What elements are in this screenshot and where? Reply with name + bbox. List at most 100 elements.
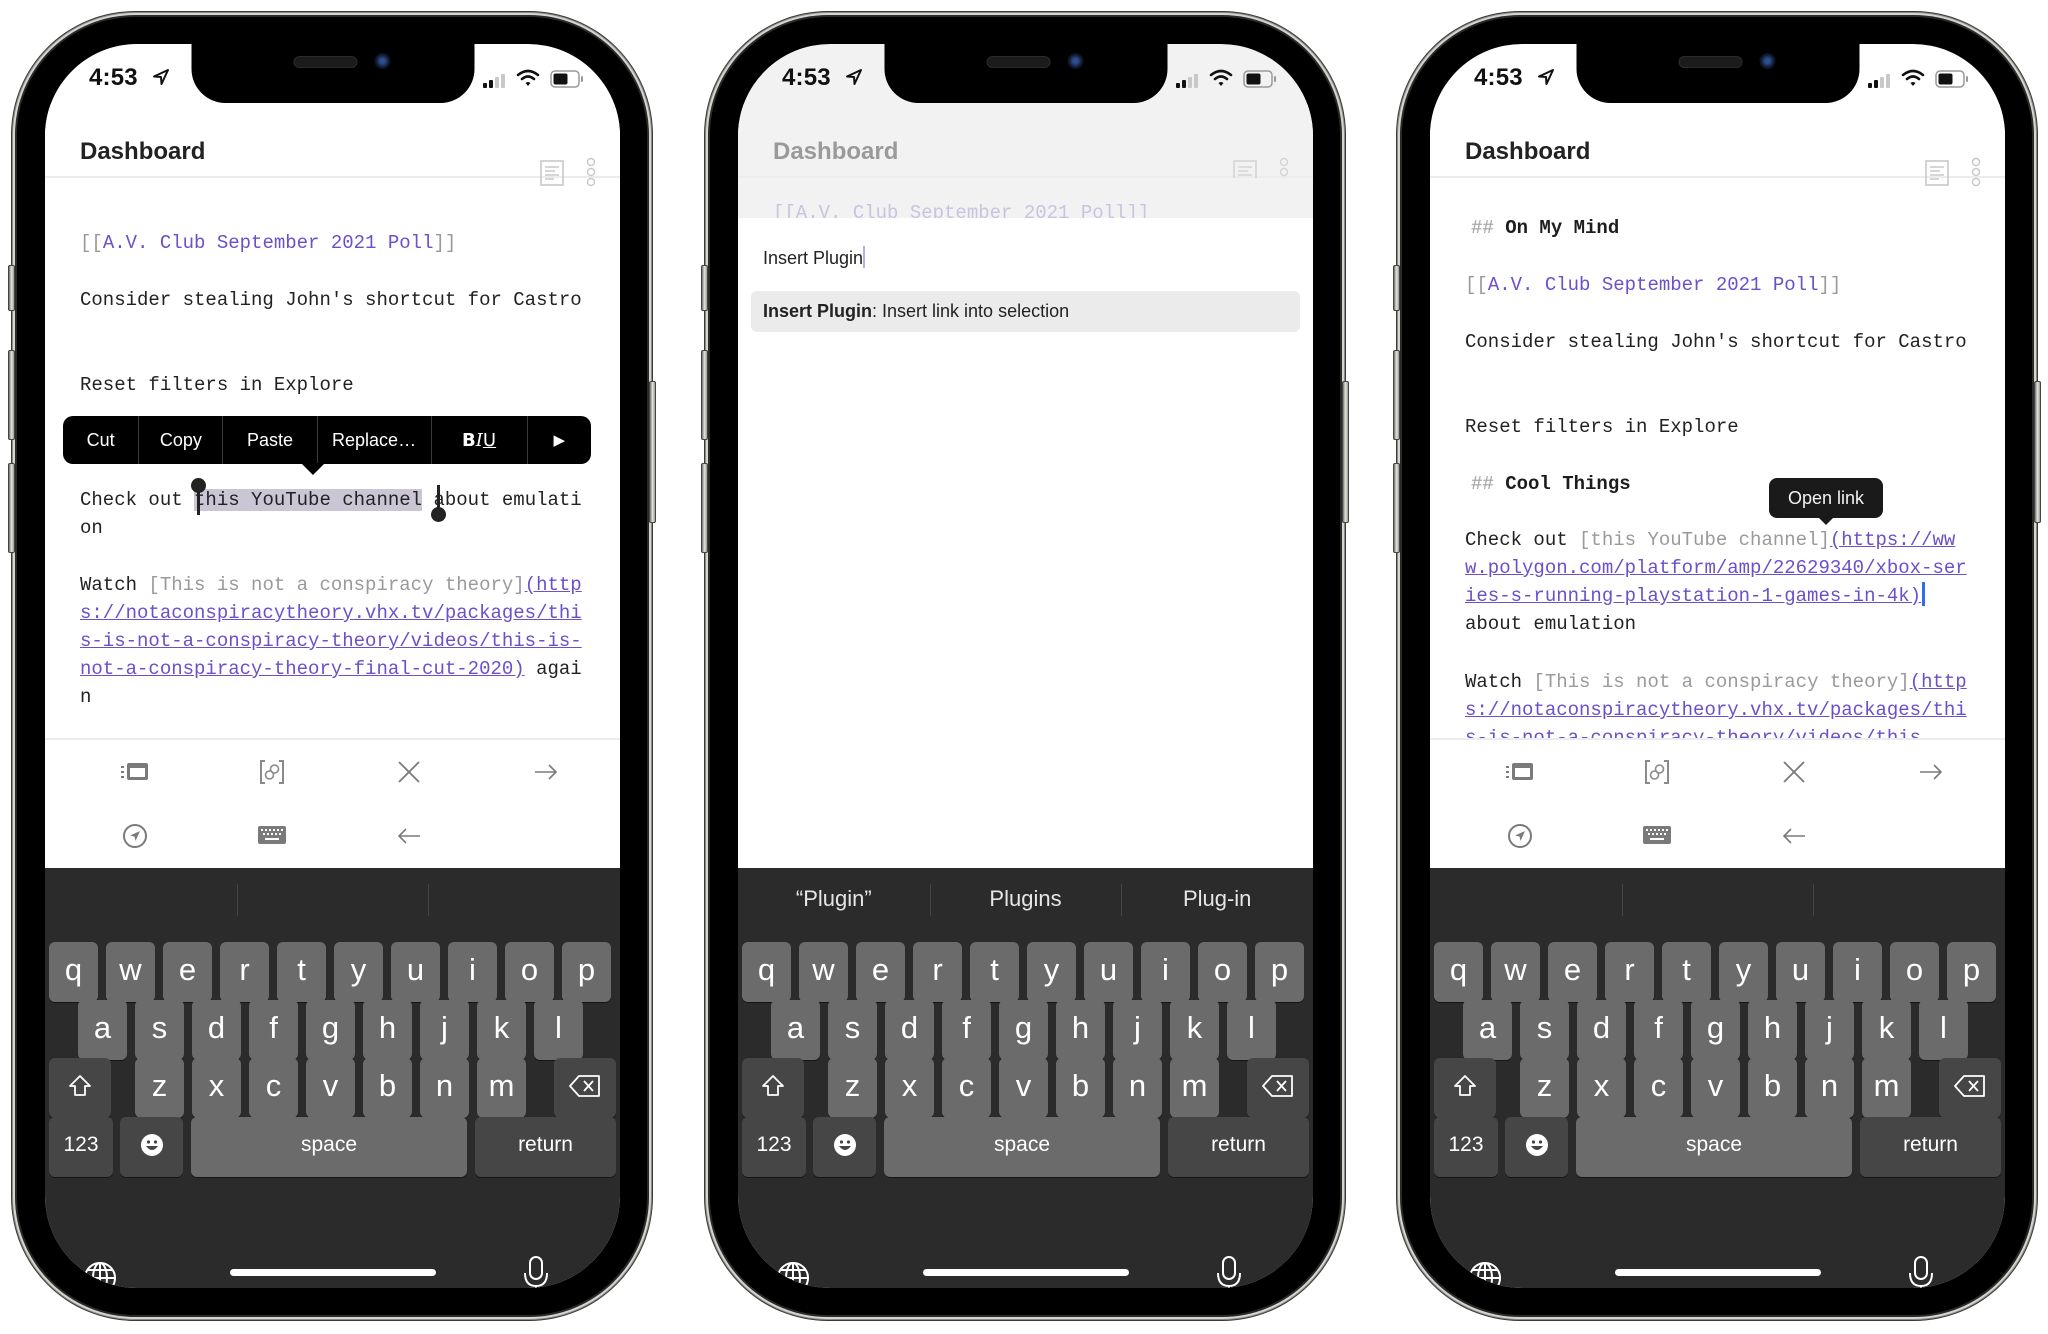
key-d[interactable]: d xyxy=(192,1000,241,1060)
wikilink[interactable]: A.V. Club September 2021 Poll xyxy=(103,232,434,254)
key-f[interactable]: f xyxy=(249,1000,298,1060)
open-link-tooltip[interactable]: Open link xyxy=(1769,478,1883,525)
key-b[interactable]: b xyxy=(363,1058,412,1118)
key-i[interactable]: i xyxy=(1141,942,1190,1002)
key-b[interactable]: b xyxy=(1056,1058,1105,1118)
microphone-icon[interactable] xyxy=(523,1255,549,1288)
key-n[interactable]: n xyxy=(420,1058,469,1118)
shift-key[interactable] xyxy=(49,1058,111,1118)
backspace-key[interactable] xyxy=(1247,1058,1309,1118)
key-y[interactable]: y xyxy=(334,942,383,1002)
close-icon[interactable] xyxy=(385,752,433,792)
numbers-key[interactable]: 123 xyxy=(49,1117,113,1177)
keyboard-hide-icon[interactable] xyxy=(1633,816,1681,856)
key-g[interactable]: g xyxy=(306,1000,355,1060)
key-l[interactable]: l xyxy=(1919,1000,1968,1060)
key-w[interactable]: w xyxy=(1491,942,1540,1002)
key-h[interactable]: h xyxy=(363,1000,412,1060)
key-n[interactable]: n xyxy=(1805,1058,1854,1118)
key-m[interactable]: m xyxy=(1170,1058,1219,1118)
key-u[interactable]: u xyxy=(1084,942,1133,1002)
cut-button[interactable]: Cut xyxy=(63,416,140,464)
key-z[interactable]: z xyxy=(828,1058,877,1118)
space-key[interactable]: space xyxy=(884,1117,1160,1177)
backspace-key[interactable] xyxy=(1939,1058,2001,1118)
wikilink-icon[interactable] xyxy=(248,752,296,792)
suggestion-item[interactable] xyxy=(45,868,237,930)
return-key[interactable]: return xyxy=(1168,1117,1309,1177)
suggestion-item[interactable]: Plugins xyxy=(929,868,1122,930)
key-t[interactable]: t xyxy=(970,942,1019,1002)
key-p[interactable]: p xyxy=(1947,942,1996,1002)
emoji-key[interactable] xyxy=(1505,1117,1568,1177)
key-o[interactable]: o xyxy=(1890,942,1939,1002)
arrow-left-icon[interactable] xyxy=(1770,816,1818,856)
key-k[interactable]: k xyxy=(1170,1000,1219,1060)
numbers-key[interactable]: 123 xyxy=(742,1117,806,1177)
key-x[interactable]: x xyxy=(885,1058,934,1118)
numbers-key[interactable]: 123 xyxy=(1434,1117,1498,1177)
key-s[interactable]: s xyxy=(135,1000,184,1060)
globe-icon[interactable] xyxy=(1467,1260,1503,1288)
home-indicator[interactable] xyxy=(1614,1269,1821,1276)
key-t[interactable]: t xyxy=(1662,942,1711,1002)
key-o[interactable]: o xyxy=(1198,942,1247,1002)
selected-text[interactable]: this YouTube channel xyxy=(194,489,423,511)
navigate-icon[interactable] xyxy=(1496,816,1544,856)
suggestion-item[interactable] xyxy=(1813,868,2005,930)
key-r[interactable]: r xyxy=(913,942,962,1002)
command-palette-icon[interactable] xyxy=(111,752,159,792)
key-c[interactable]: c xyxy=(942,1058,991,1118)
key-m[interactable]: m xyxy=(477,1058,526,1118)
key-k[interactable]: k xyxy=(1862,1000,1911,1060)
globe-icon[interactable] xyxy=(82,1260,118,1288)
key-e[interactable]: e xyxy=(856,942,905,1002)
key-x[interactable]: x xyxy=(192,1058,241,1118)
replace-button[interactable]: Replace… xyxy=(318,416,432,464)
suggestion-item[interactable] xyxy=(1621,868,1814,930)
key-z[interactable]: z xyxy=(1520,1058,1569,1118)
space-key[interactable]: space xyxy=(191,1117,467,1177)
key-f[interactable]: f xyxy=(942,1000,991,1060)
key-w[interactable]: w xyxy=(799,942,848,1002)
key-i[interactable]: i xyxy=(1833,942,1882,1002)
microphone-icon[interactable] xyxy=(1216,1255,1242,1288)
key-w[interactable]: w xyxy=(106,942,155,1002)
key-z[interactable]: z xyxy=(135,1058,184,1118)
home-indicator[interactable] xyxy=(922,1269,1129,1276)
key-g[interactable]: g xyxy=(1691,1000,1740,1060)
key-d[interactable]: d xyxy=(885,1000,934,1060)
key-g[interactable]: g xyxy=(999,1000,1048,1060)
emoji-key[interactable] xyxy=(120,1117,183,1177)
key-u[interactable]: u xyxy=(1776,942,1825,1002)
navigate-icon[interactable] xyxy=(111,816,159,856)
key-p[interactable]: p xyxy=(1255,942,1304,1002)
format-button[interactable]: BIU xyxy=(432,416,528,464)
key-x[interactable]: x xyxy=(1577,1058,1626,1118)
key-f[interactable]: f xyxy=(1634,1000,1683,1060)
suggestion-item[interactable] xyxy=(236,868,429,930)
key-k[interactable]: k xyxy=(477,1000,526,1060)
key-u[interactable]: u xyxy=(391,942,440,1002)
key-v[interactable]: v xyxy=(306,1058,355,1118)
keyboard-hide-icon[interactable] xyxy=(248,816,296,856)
return-key[interactable]: return xyxy=(475,1117,616,1177)
key-n[interactable]: n xyxy=(1113,1058,1162,1118)
selection-end-handle[interactable] xyxy=(431,485,446,522)
key-h[interactable]: h xyxy=(1056,1000,1105,1060)
key-v[interactable]: v xyxy=(999,1058,1048,1118)
arrow-left-icon[interactable] xyxy=(385,816,433,856)
return-key[interactable]: return xyxy=(1860,1117,2001,1177)
shift-key[interactable] xyxy=(742,1058,804,1118)
globe-icon[interactable] xyxy=(775,1260,811,1288)
key-r[interactable]: r xyxy=(1605,942,1654,1002)
key-d[interactable]: d xyxy=(1577,1000,1626,1060)
suggestion-item[interactable]: Plug-in xyxy=(1121,868,1313,930)
key-j[interactable]: j xyxy=(1113,1000,1162,1060)
backspace-key[interactable] xyxy=(554,1058,616,1118)
key-i[interactable]: i xyxy=(448,942,497,1002)
key-a[interactable]: a xyxy=(1463,1000,1512,1060)
suggestion-item[interactable]: “Plugin” xyxy=(738,868,930,930)
note-editor[interactable]: ## On My Mind [[A.V. Club September 2021… xyxy=(1430,178,2005,738)
wikilink-icon[interactable] xyxy=(1633,752,1681,792)
